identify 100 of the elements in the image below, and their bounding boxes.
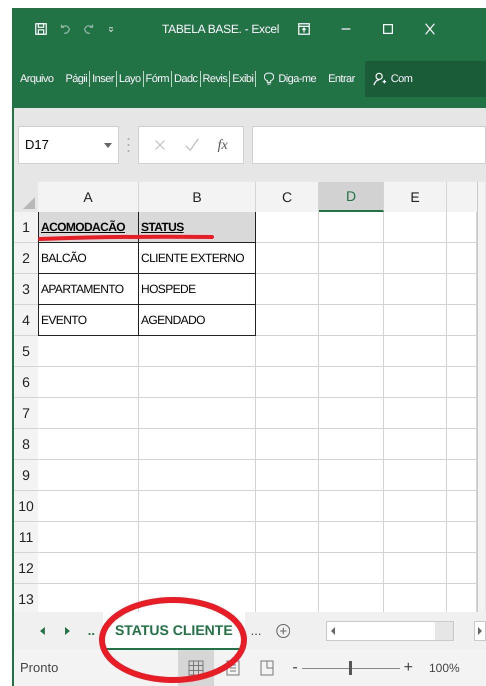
vertical-scrollbar[interactable]	[477, 182, 485, 212]
table-cell[interactable]	[38, 584, 139, 612]
table-cell[interactable]	[319, 367, 384, 398]
table-cell[interactable]	[384, 212, 447, 243]
ribbon-tab[interactable]: Exibi	[230, 70, 256, 88]
table-cell[interactable]: AGENDADO	[139, 305, 256, 336]
table-cell[interactable]	[256, 429, 319, 460]
table-cell[interactable]	[319, 460, 384, 491]
row-header[interactable]: 12	[14, 553, 38, 584]
ribbon-tab[interactable]: Fórm	[144, 70, 172, 88]
table-cell[interactable]	[256, 584, 319, 612]
table-cell[interactable]: EVENTO	[38, 305, 139, 336]
table-cell[interactable]: APARTAMENTO	[38, 274, 139, 305]
sheet-tab[interactable]: STATUS CLIENTE	[102, 612, 245, 650]
zoom-in-button[interactable]: +	[404, 656, 413, 680]
table-cell[interactable]	[38, 336, 139, 367]
table-cell[interactable]	[139, 367, 256, 398]
more-sheets-button[interactable]: ..	[88, 621, 95, 641]
table-cell[interactable]	[384, 243, 447, 274]
table-cell[interactable]	[38, 429, 139, 460]
column-header[interactable]: E	[384, 182, 447, 212]
table-cell[interactable]	[139, 398, 256, 429]
ribbon-display-icon[interactable]	[297, 22, 312, 36]
ribbon-tab[interactable]: Layo	[116, 70, 144, 88]
row-header[interactable]: 5	[14, 336, 38, 367]
table-cell[interactable]	[38, 491, 139, 522]
table-cell[interactable]	[447, 212, 477, 243]
table-cell[interactable]: CLIENTE EXTERNO	[139, 243, 256, 274]
table-cell[interactable]	[319, 522, 384, 553]
table-cell[interactable]	[38, 522, 139, 553]
table-cell[interactable]	[447, 305, 477, 336]
table-cell[interactable]	[447, 367, 477, 398]
table-cell[interactable]	[256, 274, 319, 305]
table-cell[interactable]	[447, 398, 477, 429]
table-cell[interactable]	[447, 584, 477, 612]
table-cell[interactable]	[256, 460, 319, 491]
table-cell[interactable]	[319, 553, 384, 584]
ribbon-tab[interactable]: Dadc	[172, 70, 200, 88]
table-cell[interactable]	[384, 305, 447, 336]
lightbulb-icon[interactable]	[264, 72, 274, 86]
horizontal-scrollbar[interactable]	[326, 621, 454, 641]
column-header[interactable]: A	[38, 182, 139, 212]
row-header[interactable]: 7	[14, 398, 38, 429]
table-cell[interactable]	[256, 305, 319, 336]
table-cell[interactable]	[256, 522, 319, 553]
table-cell[interactable]	[384, 336, 447, 367]
row-header[interactable]: 8	[14, 429, 38, 460]
table-cell[interactable]	[447, 336, 477, 367]
table-cell[interactable]	[319, 274, 384, 305]
tell-me-field[interactable]: Diga-me	[278, 70, 316, 88]
cancel-icon[interactable]	[154, 139, 166, 151]
ribbon-tab[interactable]: Inser	[90, 70, 117, 88]
ribbon-tab[interactable]: Arquivo	[20, 70, 54, 88]
table-cell[interactable]	[384, 429, 447, 460]
table-cell[interactable]	[384, 460, 447, 491]
table-cell[interactable]	[447, 460, 477, 491]
table-cell[interactable]	[38, 398, 139, 429]
column-header[interactable]: C	[256, 182, 319, 212]
table-cell[interactable]	[256, 398, 319, 429]
table-cell[interactable]	[319, 398, 384, 429]
table-cell[interactable]	[139, 429, 256, 460]
table-cell[interactable]	[139, 460, 256, 491]
table-cell[interactable]	[38, 460, 139, 491]
table-cell[interactable]	[319, 491, 384, 522]
table-cell[interactable]	[447, 553, 477, 584]
table-cell[interactable]	[256, 491, 319, 522]
scroll-right-icon[interactable]	[478, 627, 482, 635]
close-icon[interactable]	[423, 22, 438, 36]
table-cell[interactable]	[256, 367, 319, 398]
zoom-level[interactable]: 100%	[428, 659, 460, 677]
save-icon[interactable]	[34, 22, 48, 36]
table-cell[interactable]	[38, 367, 139, 398]
row-header[interactable]: 3	[14, 274, 38, 305]
table-cell[interactable]	[256, 336, 319, 367]
row-header[interactable]: 13	[14, 584, 38, 612]
table-cell[interactable]	[384, 522, 447, 553]
column-header[interactable]	[447, 182, 477, 212]
formula-input-field[interactable]	[252, 126, 486, 164]
insert-function-button[interactable]: fx	[218, 134, 228, 156]
check-icon[interactable]	[184, 138, 199, 152]
table-cell[interactable]	[384, 367, 447, 398]
sign-in-link[interactable]: Entrar	[328, 70, 355, 88]
row-header[interactable]: 6	[14, 367, 38, 398]
table-cell[interactable]: HOSPEDE	[139, 274, 256, 305]
more-sheets-button[interactable]: ...	[250, 621, 262, 641]
row-header[interactable]: 1	[14, 212, 38, 243]
table-cell[interactable]	[256, 212, 319, 243]
page-break-icon[interactable]	[260, 660, 274, 676]
table-cell[interactable]	[256, 243, 319, 274]
table-cell[interactable]	[38, 553, 139, 584]
maximize-icon[interactable]	[381, 22, 396, 36]
page-layout-icon[interactable]	[226, 660, 240, 676]
row-header[interactable]: 2	[14, 243, 38, 274]
table-cell[interactable]	[447, 491, 477, 522]
share-button[interactable]: Com	[364, 61, 486, 97]
add-sheet-icon[interactable]	[276, 622, 290, 640]
table-cell[interactable]	[319, 429, 384, 460]
table-cell[interactable]	[139, 336, 256, 367]
table-cell[interactable]	[139, 553, 256, 584]
select-all-icon[interactable]	[23, 197, 35, 209]
